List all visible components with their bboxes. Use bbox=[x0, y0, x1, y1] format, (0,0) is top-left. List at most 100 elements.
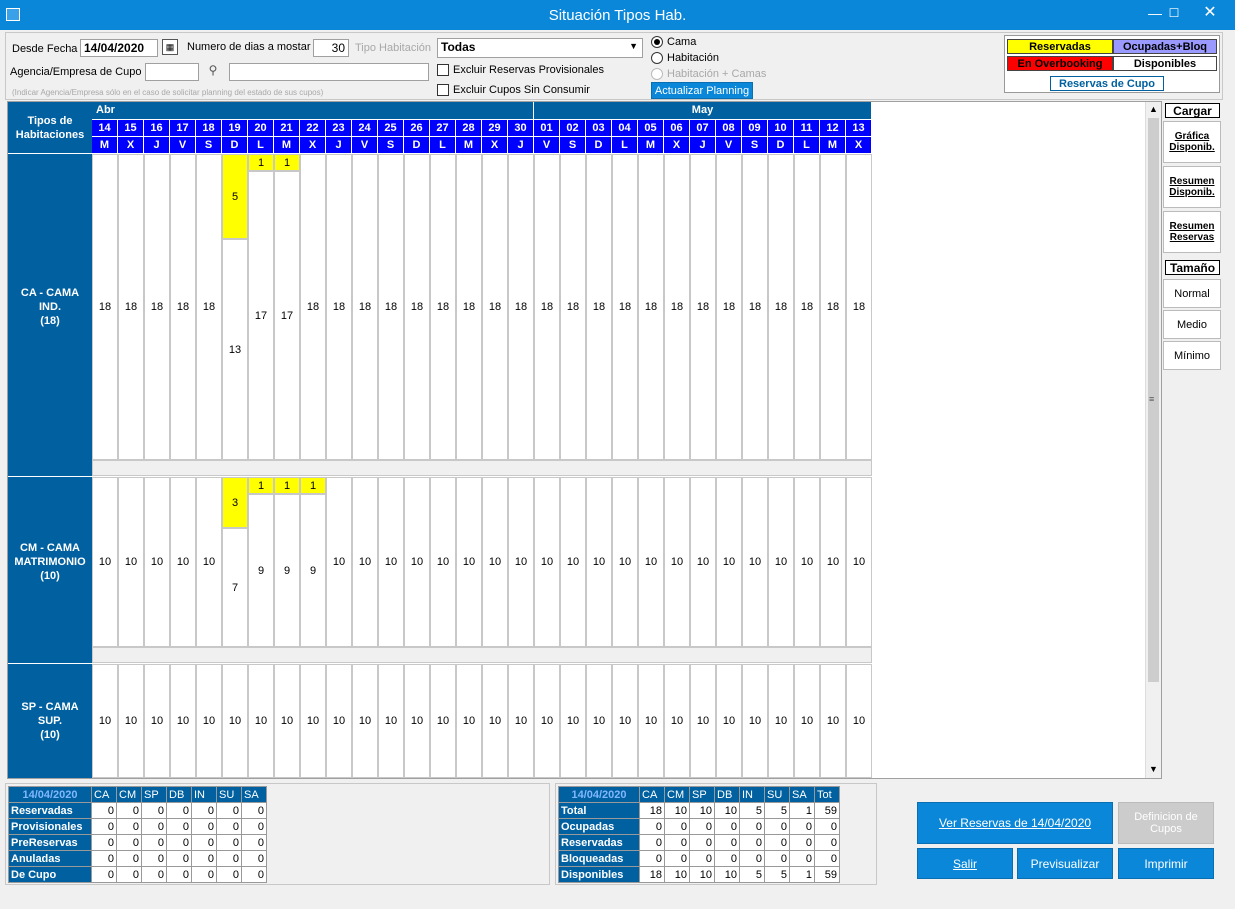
available-cell[interactable]: 18 bbox=[92, 154, 118, 460]
resumen-reservas-button[interactable]: Resumen Reservas bbox=[1163, 211, 1221, 253]
size-medio-button[interactable]: Medio bbox=[1163, 310, 1221, 339]
available-cell[interactable]: 10 bbox=[612, 664, 638, 778]
available-cell[interactable]: 10 bbox=[690, 664, 716, 778]
available-cell[interactable]: 18 bbox=[560, 154, 586, 460]
available-cell[interactable]: 10 bbox=[794, 664, 820, 778]
binoculars-icon[interactable]: ⚲ bbox=[204, 63, 222, 81]
reserved-block[interactable]: 1 bbox=[248, 154, 274, 171]
available-cell[interactable]: 10 bbox=[456, 664, 482, 778]
available-cell[interactable]: 18 bbox=[690, 154, 716, 460]
available-cell[interactable]: 10 bbox=[846, 664, 872, 778]
available-cell[interactable]: 18 bbox=[482, 154, 508, 460]
numero-dias-input[interactable]: 30 bbox=[313, 39, 349, 57]
available-cell[interactable]: 10 bbox=[508, 477, 534, 647]
available-cell[interactable]: 10 bbox=[274, 664, 300, 778]
size-normal-button[interactable]: Normal bbox=[1163, 279, 1221, 308]
vertical-scrollbar[interactable]: ▲ ≡ ▼ bbox=[1145, 102, 1161, 778]
close-icon[interactable]: ✕ bbox=[1194, 0, 1226, 30]
available-cell[interactable]: 10 bbox=[690, 477, 716, 647]
available-cell[interactable]: 17 bbox=[248, 171, 274, 460]
resumen-disponib-button[interactable]: Resumen Disponib. bbox=[1163, 166, 1221, 208]
imprimir-button[interactable]: Imprimir bbox=[1118, 848, 1214, 879]
available-cell[interactable]: 10 bbox=[300, 664, 326, 778]
radio-habitacion[interactable] bbox=[651, 52, 663, 64]
available-cell[interactable]: 10 bbox=[638, 477, 664, 647]
excluir-cupos-checkbox[interactable] bbox=[437, 84, 449, 96]
excluir-provisionales-checkbox[interactable] bbox=[437, 64, 449, 76]
available-cell[interactable]: 10 bbox=[144, 664, 170, 778]
available-cell[interactable]: 17 bbox=[274, 171, 300, 460]
reserved-block[interactable]: 3 bbox=[222, 477, 248, 528]
available-cell[interactable]: 10 bbox=[378, 664, 404, 778]
ver-reservas-button[interactable]: Ver Reservas de 14/04/2020 bbox=[917, 802, 1113, 844]
available-cell[interactable]: 18 bbox=[300, 154, 326, 460]
agencia-name-input[interactable] bbox=[229, 63, 429, 81]
available-cell[interactable]: 10 bbox=[586, 664, 612, 778]
available-cell[interactable]: 18 bbox=[404, 154, 430, 460]
reserved-block[interactable]: 1 bbox=[248, 477, 274, 494]
grafica-disponib-button[interactable]: Gráfica Disponib. bbox=[1163, 121, 1221, 163]
available-cell[interactable]: 18 bbox=[118, 154, 144, 460]
available-cell[interactable]: 10 bbox=[664, 477, 690, 647]
maximize-icon[interactable]: ☐ bbox=[1158, 0, 1190, 30]
available-cell[interactable]: 18 bbox=[820, 154, 846, 460]
available-cell[interactable]: 18 bbox=[144, 154, 170, 460]
available-cell[interactable]: 10 bbox=[560, 477, 586, 647]
available-cell[interactable]: 10 bbox=[534, 664, 560, 778]
available-cell[interactable]: 10 bbox=[378, 477, 404, 647]
salir-button[interactable]: Salir bbox=[917, 848, 1013, 879]
available-cell[interactable]: 9 bbox=[300, 494, 326, 647]
available-cell[interactable]: 10 bbox=[352, 477, 378, 647]
available-cell[interactable]: 10 bbox=[92, 664, 118, 778]
available-cell[interactable]: 10 bbox=[794, 477, 820, 647]
available-cell[interactable]: 10 bbox=[482, 664, 508, 778]
available-cell[interactable]: 10 bbox=[118, 664, 144, 778]
available-cell[interactable]: 10 bbox=[430, 477, 456, 647]
available-cell[interactable]: 10 bbox=[768, 477, 794, 647]
reserved-block[interactable]: 1 bbox=[274, 154, 300, 171]
available-cell[interactable]: 9 bbox=[274, 494, 300, 647]
available-cell[interactable]: 10 bbox=[430, 664, 456, 778]
available-cell[interactable]: 18 bbox=[768, 154, 794, 460]
available-cell[interactable]: 18 bbox=[196, 154, 222, 460]
available-cell[interactable]: 18 bbox=[326, 154, 352, 460]
available-cell[interactable]: 18 bbox=[508, 154, 534, 460]
reserved-block[interactable]: 1 bbox=[274, 477, 300, 494]
available-cell[interactable]: 18 bbox=[846, 154, 872, 460]
available-cell[interactable]: 18 bbox=[612, 154, 638, 460]
agencia-code-input[interactable] bbox=[145, 63, 199, 81]
available-cell[interactable]: 10 bbox=[352, 664, 378, 778]
available-cell[interactable]: 10 bbox=[170, 477, 196, 647]
available-cell[interactable]: 10 bbox=[820, 664, 846, 778]
available-cell[interactable]: 10 bbox=[846, 477, 872, 647]
available-cell[interactable]: 10 bbox=[768, 664, 794, 778]
available-cell[interactable]: 18 bbox=[170, 154, 196, 460]
desde-fecha-input[interactable]: 14/04/2020 bbox=[80, 39, 158, 57]
available-cell[interactable]: 10 bbox=[742, 664, 768, 778]
chevron-up-icon[interactable]: ▲ bbox=[1149, 104, 1158, 114]
available-cell[interactable]: 10 bbox=[638, 664, 664, 778]
available-cell[interactable]: 10 bbox=[534, 477, 560, 647]
chevron-down-icon[interactable]: ▼ bbox=[1149, 764, 1158, 774]
available-cell[interactable]: 10 bbox=[248, 664, 274, 778]
reserved-block[interactable]: 5 bbox=[222, 154, 248, 239]
available-cell[interactable]: 10 bbox=[196, 477, 222, 647]
available-cell[interactable]: 18 bbox=[742, 154, 768, 460]
actualizar-planning-button[interactable]: Actualizar Planning bbox=[651, 82, 753, 99]
available-cell[interactable]: 7 bbox=[222, 528, 248, 647]
available-cell[interactable]: 10 bbox=[144, 477, 170, 647]
available-cell[interactable]: 18 bbox=[664, 154, 690, 460]
available-cell[interactable]: 10 bbox=[482, 477, 508, 647]
available-cell[interactable]: 9 bbox=[248, 494, 274, 647]
available-cell[interactable]: 10 bbox=[716, 477, 742, 647]
available-cell[interactable]: 10 bbox=[170, 664, 196, 778]
available-cell[interactable]: 10 bbox=[586, 477, 612, 647]
available-cell[interactable]: 18 bbox=[638, 154, 664, 460]
available-cell[interactable]: 10 bbox=[560, 664, 586, 778]
available-cell[interactable]: 10 bbox=[222, 664, 248, 778]
size-minimo-button[interactable]: Mínimo bbox=[1163, 341, 1221, 370]
previsualizar-button[interactable]: Previsualizar bbox=[1017, 848, 1113, 879]
available-cell[interactable]: 10 bbox=[508, 664, 534, 778]
available-cell[interactable]: 18 bbox=[456, 154, 482, 460]
available-cell[interactable]: 18 bbox=[352, 154, 378, 460]
